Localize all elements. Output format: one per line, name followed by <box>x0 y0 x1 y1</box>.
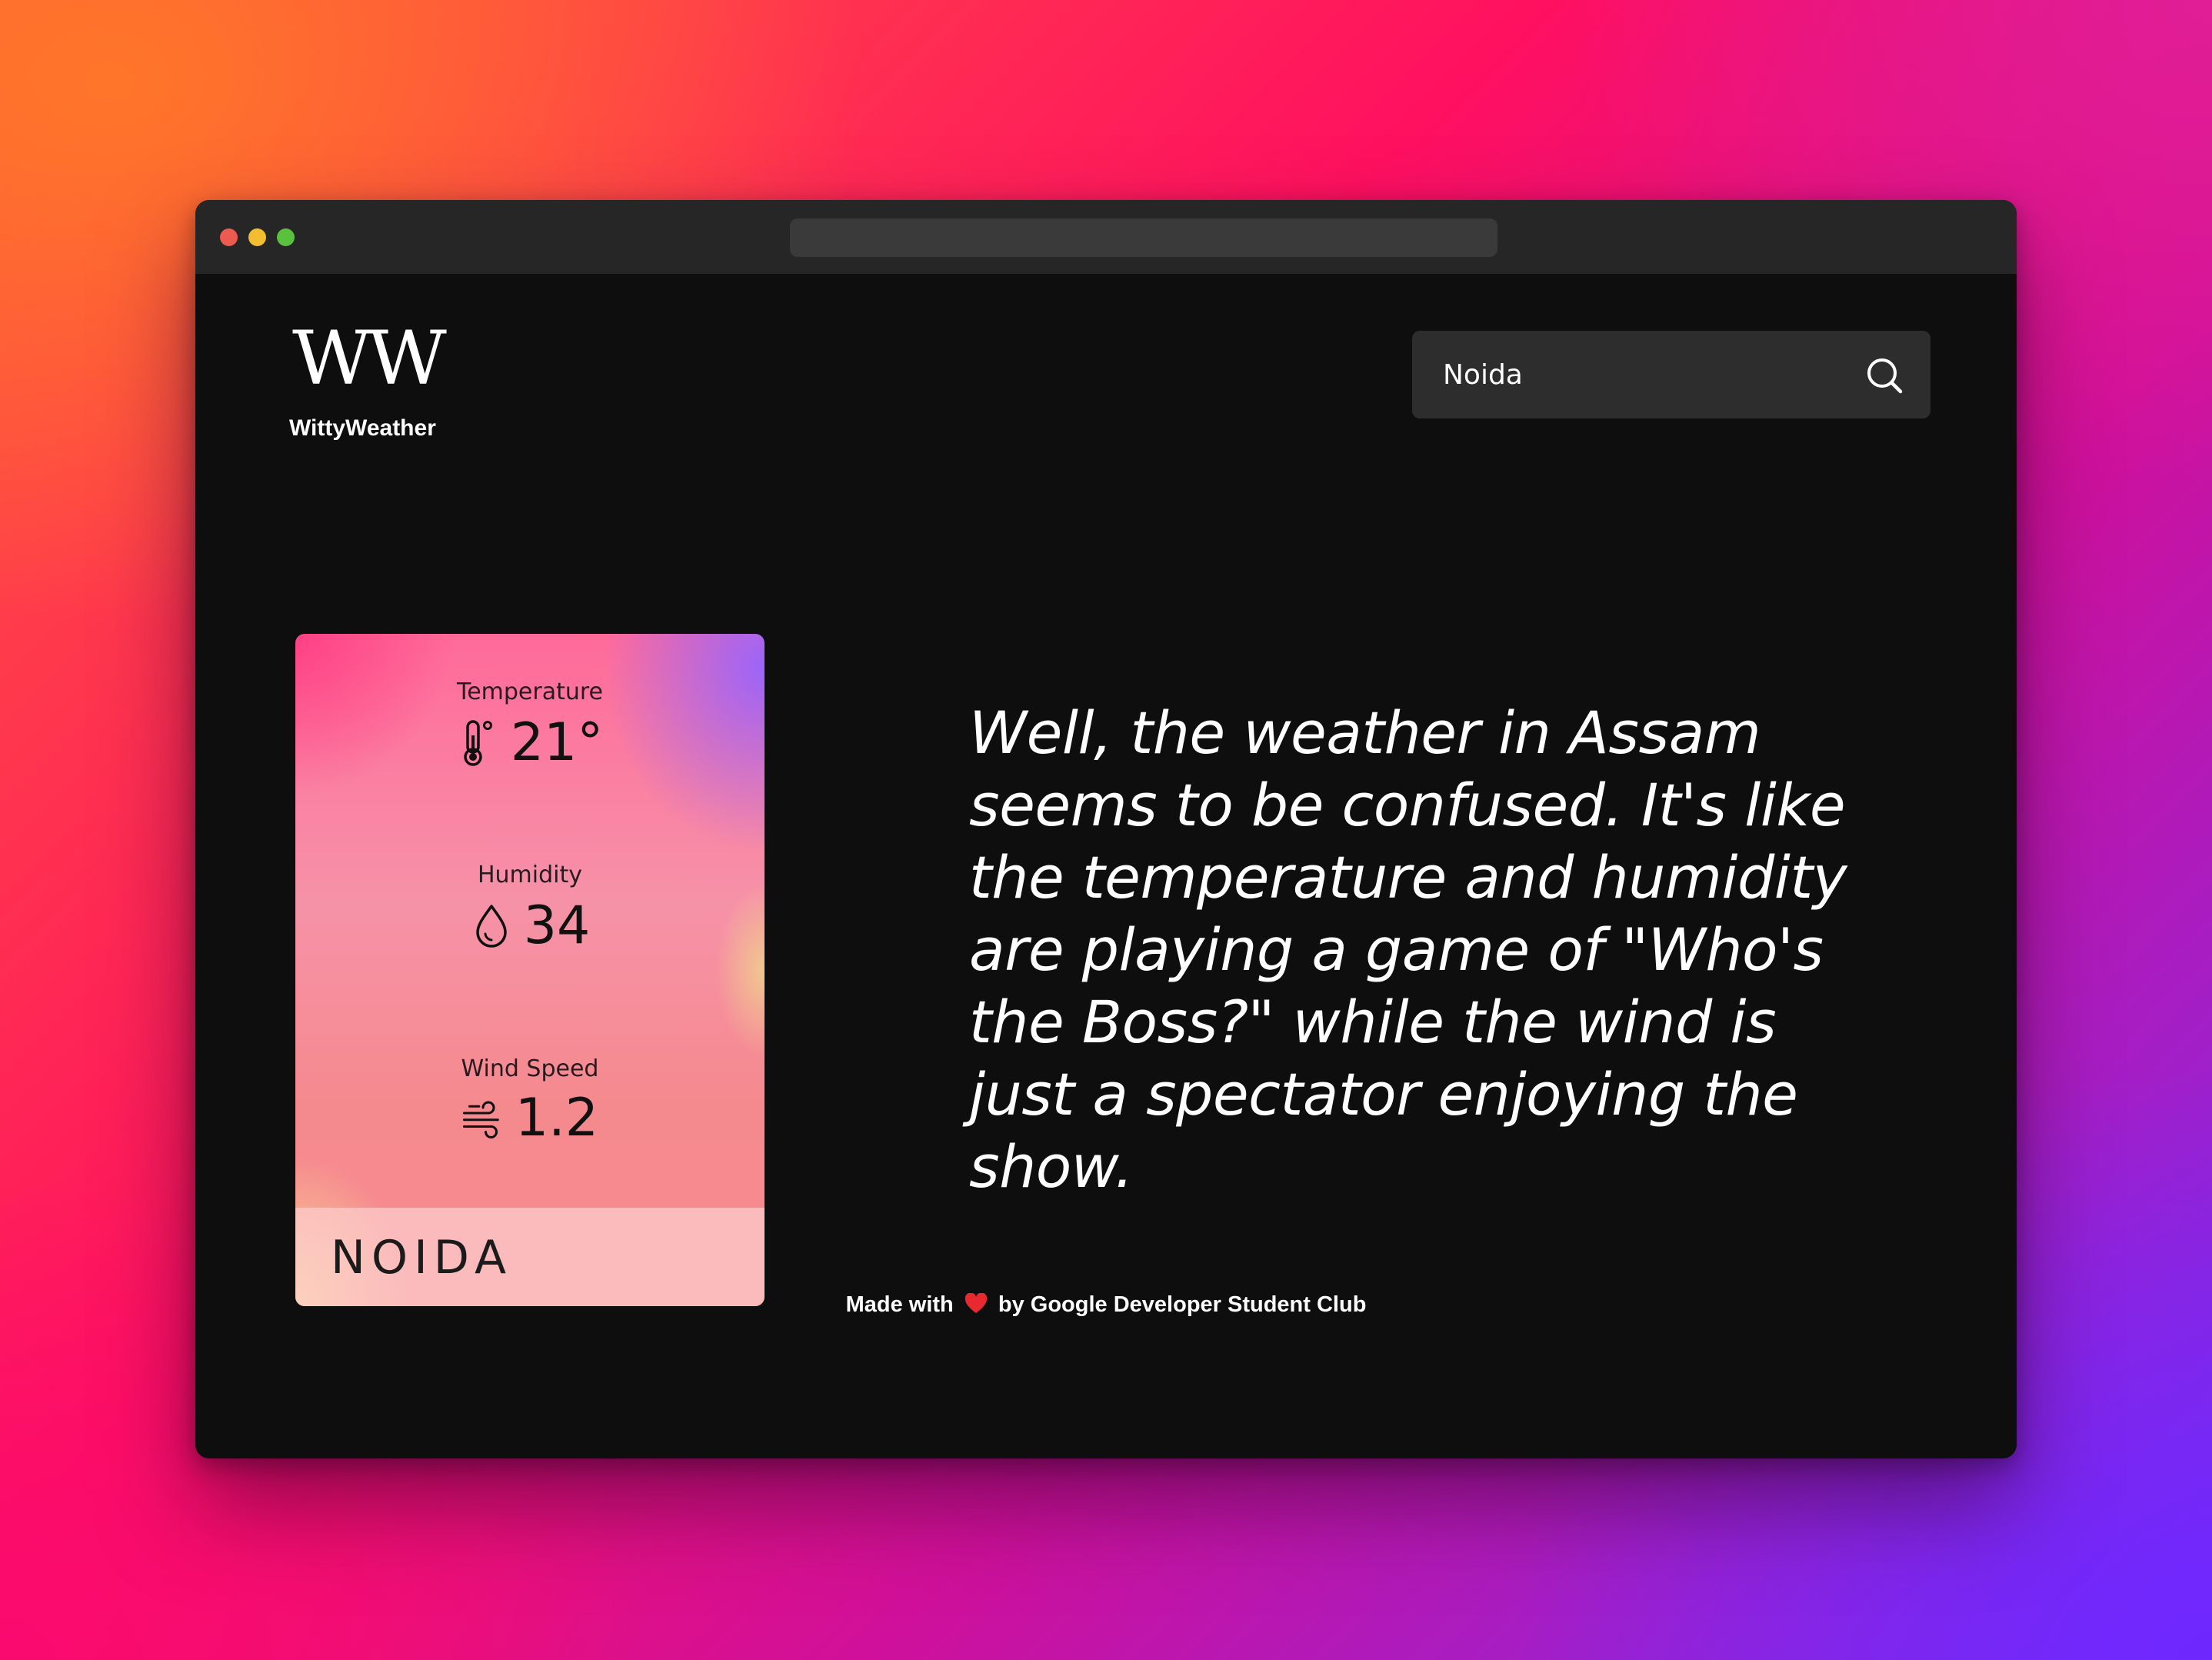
temperature-row: 21° <box>295 717 765 769</box>
logo-mark: WW <box>292 315 447 402</box>
humidity-row: 34 <box>295 900 765 952</box>
browser-window: WW WittyWeather Temperature 21° <box>195 200 2017 1458</box>
wind-icon <box>462 1101 499 1139</box>
humidity-value: 34 <box>523 895 591 956</box>
address-bar[interactable] <box>790 218 1497 257</box>
weather-card: Temperature 21° Humidity 34 Wind Speed 1… <box>295 634 765 1306</box>
city-name: NOIDA <box>331 1231 512 1285</box>
wind-speed-row: 1.2 <box>295 1092 765 1145</box>
humidity-label: Humidity <box>477 862 583 888</box>
heart-icon <box>964 1293 987 1313</box>
wind-speed-label: Wind Speed <box>461 1055 599 1082</box>
search-icon[interactable] <box>1864 355 1904 395</box>
footer-prefix: Made with <box>845 1292 954 1317</box>
maximize-window-button[interactable] <box>277 228 295 246</box>
droplet-icon <box>475 905 507 948</box>
witty-weather-message: Well, the weather in Assam seems to be c… <box>969 698 1847 1201</box>
app-content: WW WittyWeather Temperature 21° <box>195 274 2017 1458</box>
minimize-window-button[interactable] <box>248 228 266 246</box>
city-banner: NOIDA <box>295 1208 765 1306</box>
temperature-label: Temperature <box>456 678 604 705</box>
close-window-button[interactable] <box>220 228 238 246</box>
app-name: WittyWeather <box>289 415 436 441</box>
wind-speed-value: 1.2 <box>515 1088 599 1148</box>
window-titlebar <box>195 200 2017 274</box>
search-input[interactable] <box>1443 331 1843 418</box>
thermometer-icon <box>463 720 492 766</box>
search-bar <box>1412 331 1931 418</box>
footer-credit: Made with by Google Developer Student Cl… <box>0 1292 2212 1318</box>
temperature-value: 21° <box>510 712 604 773</box>
footer-suffix: by Google Developer Student Club <box>998 1292 1367 1317</box>
